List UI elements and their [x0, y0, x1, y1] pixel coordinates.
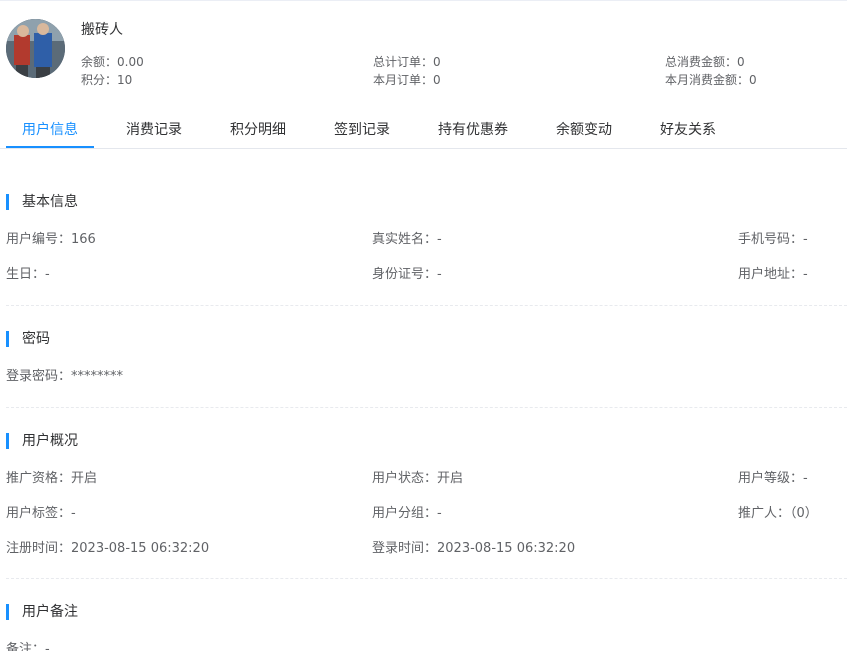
stat-points: 积分：10: [81, 73, 133, 87]
section-divider: [6, 407, 847, 408]
field-remark: 备注：-: [6, 642, 50, 651]
tab-points-detail[interactable]: 积分明细: [230, 114, 286, 149]
field-register-time: 注册时间：2023-08-15 06:32:20: [6, 541, 210, 556]
field-login-password: 登录密码：********: [6, 369, 124, 384]
field-user-level: 用户等级：-: [738, 471, 808, 486]
stat-total-spend: 总消费金额：0: [665, 55, 745, 69]
tab-user-info[interactable]: 用户信息: [22, 114, 78, 149]
field-address: 用户地址：-: [738, 267, 808, 282]
section-title-password: 密码: [6, 331, 50, 347]
tab-balance-changes[interactable]: 余额变动: [556, 114, 612, 149]
tab-coupons[interactable]: 持有优惠券: [438, 114, 508, 149]
top-border: [0, 0, 847, 1]
field-id-number: 身份证号：-: [372, 267, 442, 282]
field-birthday: 生日：-: [6, 267, 50, 282]
avatar: [6, 19, 65, 78]
tab-bar: 用户信息 消费记录 积分明细 签到记录 持有优惠券 余额变动 好友关系: [0, 114, 847, 149]
stat-total-orders: 总计订单：0: [373, 55, 441, 69]
field-user-status: 用户状态：开启: [372, 471, 464, 486]
stat-month-orders: 本月订单：0: [373, 73, 441, 87]
stat-balance: 余额：0.00: [81, 55, 144, 69]
tab-friends[interactable]: 好友关系: [660, 114, 716, 149]
section-title-overview: 用户概况: [6, 433, 78, 449]
field-real-name: 真实姓名：-: [372, 232, 442, 247]
field-promoter: 推广人：（0）: [738, 506, 818, 521]
section-title-remark: 用户备注: [6, 604, 78, 620]
field-user-id: 用户编号：166: [6, 232, 96, 247]
tab-checkin-records[interactable]: 签到记录: [334, 114, 390, 149]
field-login-time: 登录时间：2023-08-15 06:32:20: [372, 541, 576, 556]
field-user-group: 用户分组：-: [372, 506, 442, 521]
field-phone: 手机号码：-: [738, 232, 808, 247]
field-promotion-eligibility: 推广资格：开启: [6, 471, 98, 486]
stat-month-spend: 本月消费金额：0: [665, 73, 757, 87]
field-user-tags: 用户标签：-: [6, 506, 76, 521]
username: 搬砖人: [81, 22, 123, 38]
section-divider: [6, 305, 847, 306]
section-title-basic: 基本信息: [6, 194, 78, 210]
active-tab-indicator: [6, 146, 94, 148]
tab-consumption-records[interactable]: 消费记录: [126, 114, 182, 149]
section-divider: [6, 578, 847, 579]
